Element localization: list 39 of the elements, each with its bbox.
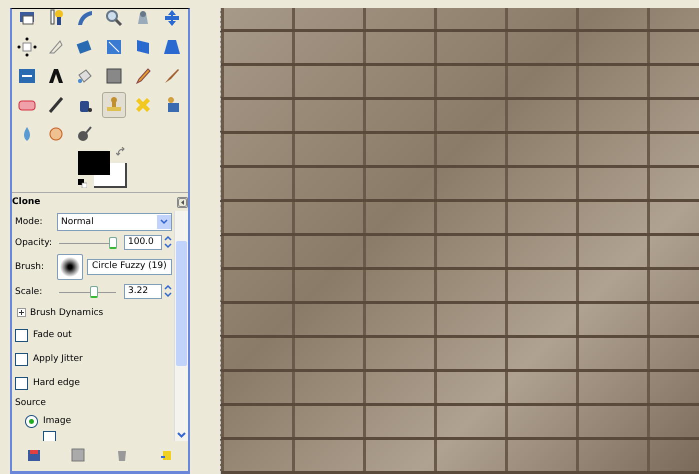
slider-track[interactable] [59,286,116,298]
brush-label: Brush: [15,262,46,272]
paintbrush-icon [162,66,182,86]
text-icon [46,66,66,86]
checkbox-label: Fade out [33,330,72,340]
checkbox-label: Apply Jitter [33,354,83,364]
brush-name-field[interactable]: Circle Fuzzy (19) [87,259,172,276]
slider-track[interactable] [59,236,116,249]
value-field[interactable]: 3.22 [124,284,162,300]
mode-dropdown[interactable]: Normal [57,212,172,231]
checkbox[interactable] [15,328,28,342]
radio-label: Image [43,416,72,426]
brush-dynamics-expander[interactable]: Brush Dynamics [15,302,172,324]
spin-arrows-icon[interactable] [164,284,172,300]
slider-label: Opacity: [15,238,53,248]
mode-label: Mode: [15,216,44,227]
pencil-icon [133,66,153,86]
move-icon [162,9,182,28]
color-swatches-drawing[interactable] [78,151,128,189]
scrollbar[interactable] [174,211,188,441]
reset-colors-icon[interactable] [78,179,87,188]
brush-preview[interactable] [57,254,83,280]
radio-button[interactable] [25,414,38,428]
slider-thumb[interactable] [90,286,98,298]
source-label: Source [15,397,47,410]
collapse-icon[interactable] [177,196,188,208]
value-field[interactable]: 100.0 [124,235,162,250]
spin-arrows-icon[interactable] [164,234,172,251]
slider-thumb[interactable] [108,236,117,249]
save-icon[interactable] [26,447,42,463]
swap-colors-icon[interactable] [116,147,126,157]
checkbox[interactable] [15,376,28,390]
zoom-icon [104,9,124,28]
tool-icon [75,9,95,28]
checkbox[interactable] [15,352,28,366]
checkbox-label: Hard edge [33,378,80,388]
checkbox[interactable] [43,431,56,441]
slider-label: Scale: [15,286,44,297]
panel-title: Clone [12,197,40,207]
